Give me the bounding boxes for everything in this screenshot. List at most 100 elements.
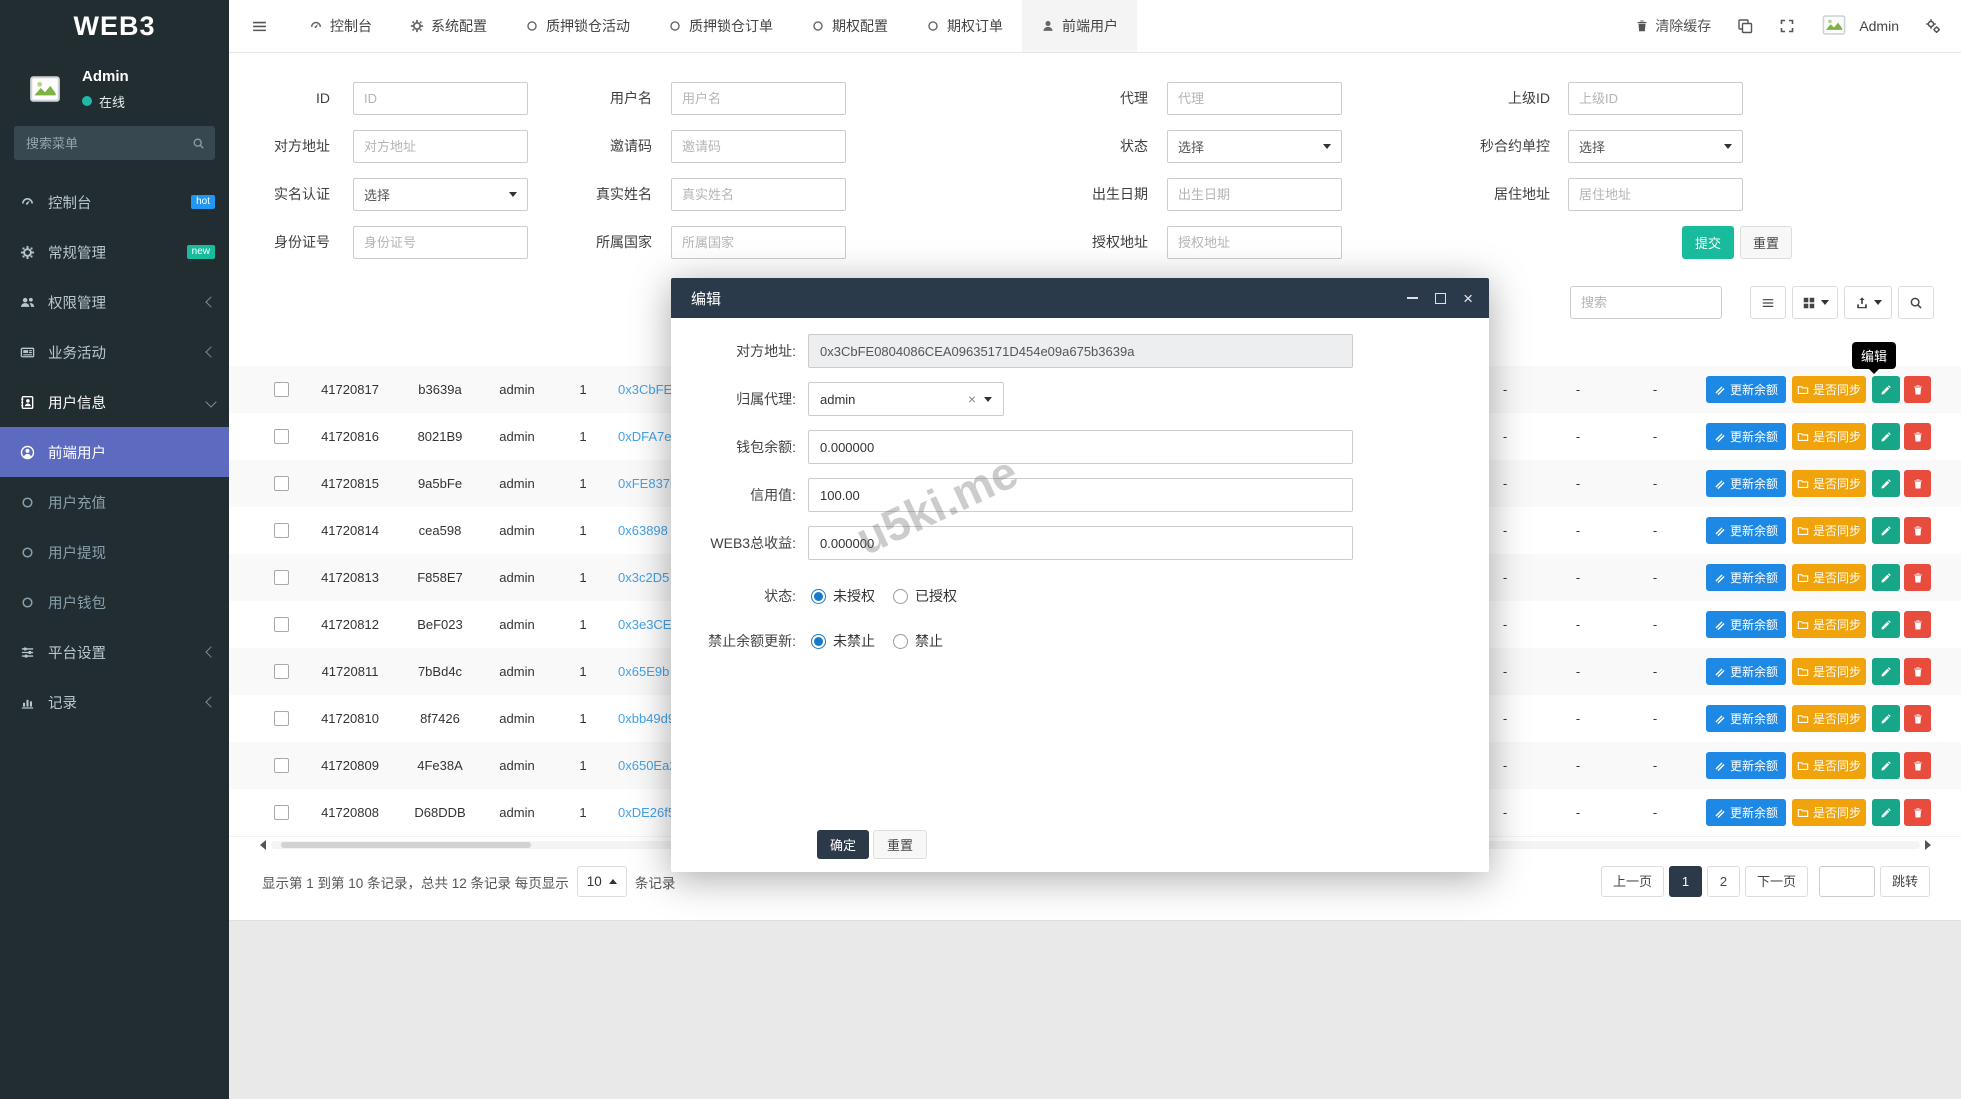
tab-stake-orders[interactable]: 质押锁仓订单 <box>649 0 792 52</box>
scroll-left-icon[interactable] <box>260 840 266 850</box>
row-checkbox[interactable] <box>274 382 289 397</box>
balance-input[interactable] <box>808 430 1353 464</box>
update-balance-button[interactable]: 更新余额 <box>1706 658 1786 685</box>
sync-button[interactable]: 是否同步 <box>1792 799 1866 826</box>
sync-button[interactable]: 是否同步 <box>1792 470 1866 497</box>
row-checkbox[interactable] <box>274 570 289 585</box>
update-balance-button[interactable]: 更新余额 <box>1706 611 1786 638</box>
delete-button[interactable] <box>1904 423 1931 450</box>
sync-button[interactable]: 是否同步 <box>1792 752 1866 779</box>
scroll-right-icon[interactable] <box>1925 840 1931 850</box>
page-size-select[interactable]: 10 <box>577 866 627 897</box>
sync-button[interactable]: 是否同步 <box>1792 564 1866 591</box>
radio-checked-icon[interactable] <box>811 634 826 649</box>
edit-button[interactable] <box>1872 799 1900 826</box>
row-checkbox[interactable] <box>274 664 289 679</box>
update-balance-button[interactable]: 更新余额 <box>1706 470 1786 497</box>
fullscreen-button[interactable] <box>1779 18 1795 34</box>
language-button[interactable] <box>1737 18 1753 34</box>
edit-button[interactable] <box>1872 752 1900 779</box>
page-button-2[interactable]: 2 <box>1707 866 1740 897</box>
delete-button[interactable] <box>1904 752 1931 779</box>
clear-cache-button[interactable]: 清除缓存 <box>1635 16 1711 36</box>
row-checkbox[interactable] <box>274 805 289 820</box>
tab-option-orders[interactable]: 期权订单 <box>907 0 1022 52</box>
tab-stake-activity[interactable]: 质押锁仓活动 <box>506 0 649 52</box>
confirm-button[interactable]: 确定 <box>817 830 869 859</box>
sidebar-item-front-users[interactable]: 前端用户 <box>0 427 229 477</box>
delete-button[interactable] <box>1904 517 1931 544</box>
radio-unchecked-icon[interactable] <box>893 634 908 649</box>
edit-button[interactable] <box>1872 705 1900 732</box>
update-balance-button[interactable]: 更新余额 <box>1706 799 1786 826</box>
maximize-icon[interactable] <box>1435 293 1446 304</box>
delete-button[interactable] <box>1904 611 1931 638</box>
sidebar-search-input[interactable] <box>14 136 192 151</box>
forbid-option-yes[interactable]: 禁止 <box>893 631 943 651</box>
row-checkbox[interactable] <box>274 617 289 632</box>
sync-button[interactable]: 是否同步 <box>1792 376 1866 403</box>
sidebar-item-activity[interactable]: 业务活动 <box>0 327 229 377</box>
edit-button[interactable] <box>1872 376 1900 403</box>
next-page-button[interactable]: 下一页 <box>1745 866 1808 897</box>
radio-checked-icon[interactable] <box>811 589 826 604</box>
tab-front-users[interactable]: 前端用户 <box>1022 0 1137 52</box>
edit-button[interactable] <box>1872 517 1900 544</box>
sidebar-item-platform[interactable]: 平台设置 <box>0 627 229 677</box>
clear-icon[interactable]: × <box>968 391 976 407</box>
sidebar-item-user-info[interactable]: 用户信息 <box>0 377 229 427</box>
sidebar-item-user-withdraw[interactable]: 用户提现 <box>0 527 229 577</box>
delete-button[interactable] <box>1904 799 1931 826</box>
profit-input[interactable] <box>808 526 1353 560</box>
navbar-avatar[interactable] <box>1821 12 1849 40</box>
sync-button[interactable]: 是否同步 <box>1792 705 1866 732</box>
update-balance-button[interactable]: 更新余额 <box>1706 376 1786 403</box>
minimize-icon[interactable] <box>1407 297 1418 299</box>
sidebar-item-general[interactable]: 常规管理new <box>0 227 229 277</box>
edit-button[interactable] <box>1872 658 1900 685</box>
scrollbar-thumb[interactable] <box>281 842 531 848</box>
sidebar-item-user-wallet[interactable]: 用户钱包 <box>0 577 229 627</box>
sidebar-item-auth[interactable]: 权限管理 <box>0 277 229 327</box>
tab-system-config[interactable]: 系统配置 <box>391 0 506 52</box>
sidebar-toggle-button[interactable] <box>229 18 290 35</box>
update-balance-button[interactable]: 更新余额 <box>1706 517 1786 544</box>
tab-console[interactable]: 控制台 <box>290 0 391 52</box>
row-checkbox[interactable] <box>274 476 289 491</box>
modal-reset-button[interactable]: 重置 <box>873 830 927 859</box>
delete-button[interactable] <box>1904 705 1931 732</box>
agent-select[interactable]: admin × <box>808 382 1004 416</box>
page-button-1[interactable]: 1 <box>1669 866 1702 897</box>
edit-button[interactable] <box>1872 564 1900 591</box>
sidebar-item-user-recharge[interactable]: 用户充值 <box>0 477 229 527</box>
prev-page-button[interactable]: 上一页 <box>1601 866 1664 897</box>
update-balance-button[interactable]: 更新余额 <box>1706 752 1786 779</box>
navbar-admin-name[interactable]: Admin <box>1859 18 1899 34</box>
edit-button[interactable] <box>1872 423 1900 450</box>
update-balance-button[interactable]: 更新余额 <box>1706 564 1786 591</box>
jump-button[interactable]: 跳转 <box>1880 866 1930 897</box>
search-icon[interactable] <box>192 137 205 150</box>
status-option-unauthorized[interactable]: 未授权 <box>811 586 875 606</box>
delete-button[interactable] <box>1904 658 1931 685</box>
sync-button[interactable]: 是否同步 <box>1792 658 1866 685</box>
tab-option-config[interactable]: 期权配置 <box>792 0 907 52</box>
settings-button[interactable] <box>1925 18 1941 34</box>
update-balance-button[interactable]: 更新余额 <box>1706 705 1786 732</box>
radio-unchecked-icon[interactable] <box>893 589 908 604</box>
edit-button[interactable] <box>1872 611 1900 638</box>
sidebar-item-records[interactable]: 记录 <box>0 677 229 727</box>
sync-button[interactable]: 是否同步 <box>1792 423 1866 450</box>
forbid-option-no[interactable]: 未禁止 <box>811 631 875 651</box>
row-checkbox[interactable] <box>274 429 289 444</box>
sidebar-item-console[interactable]: 控制台hot <box>0 177 229 227</box>
status-option-authorized[interactable]: 已授权 <box>893 586 957 606</box>
row-checkbox[interactable] <box>274 758 289 773</box>
delete-button[interactable] <box>1904 376 1931 403</box>
credit-input[interactable] <box>808 478 1353 512</box>
row-checkbox[interactable] <box>274 711 289 726</box>
dialog-titlebar[interactable]: 编辑 × <box>671 278 1489 318</box>
close-icon[interactable]: × <box>1463 290 1473 307</box>
row-checkbox[interactable] <box>274 523 289 538</box>
update-balance-button[interactable]: 更新余额 <box>1706 423 1786 450</box>
